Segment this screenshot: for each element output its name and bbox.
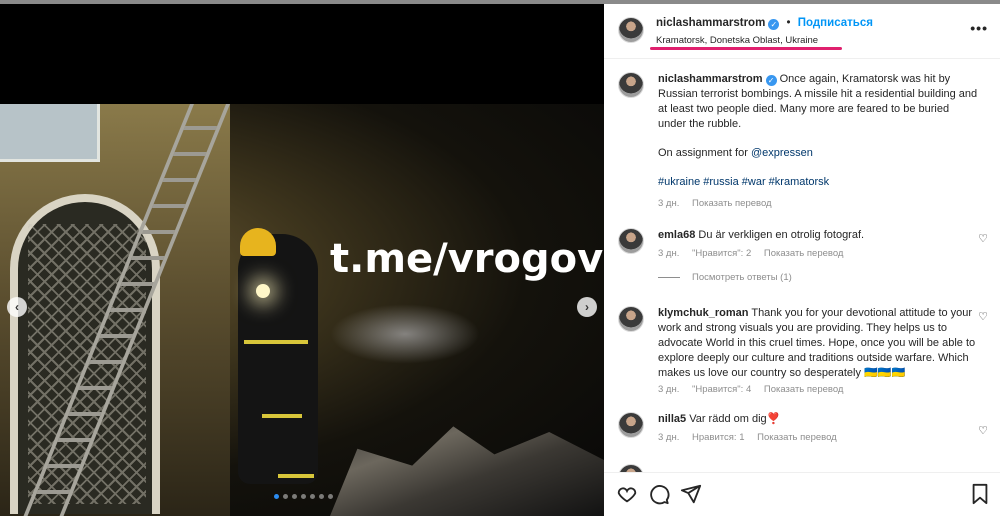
assignment-line: On assignment for @expressen bbox=[658, 146, 978, 161]
carousel-dot[interactable] bbox=[310, 494, 315, 499]
avatar[interactable] bbox=[618, 72, 644, 98]
rubble bbox=[330, 426, 604, 516]
avatar[interactable] bbox=[618, 412, 644, 438]
chevron-right-icon: › bbox=[585, 300, 589, 314]
heart-icon[interactable]: ♡ bbox=[978, 232, 988, 245]
comment-body: klymchuk_roman Thank you for your devoti… bbox=[658, 306, 978, 381]
building-sign bbox=[0, 104, 100, 162]
heart-icon[interactable] bbox=[616, 483, 638, 505]
avatar[interactable] bbox=[618, 17, 644, 43]
firefighter-helmet bbox=[240, 228, 276, 256]
comment-username[interactable]: emla68 bbox=[658, 229, 695, 241]
comment-text: Du är verkligen en otrolig fotograf. bbox=[698, 229, 865, 241]
comment-meta: 3 дн. "Нравится": 2 Показать перевод bbox=[658, 248, 853, 259]
smoke bbox=[330, 304, 480, 364]
caption-time[interactable]: 3 дн. bbox=[658, 198, 679, 209]
carousel-dot[interactable] bbox=[274, 494, 279, 499]
post-header: niclashammarstrom ✓ • Подписаться Kramato… bbox=[604, 4, 1000, 59]
post-sidebar: niclashammarstrom ✓ • Подписаться Kramato… bbox=[604, 4, 1000, 516]
comment-icon[interactable] bbox=[648, 483, 670, 505]
post-location[interactable]: Kramatorsk, Donetska Oblast, Ukraine bbox=[656, 35, 818, 46]
carousel-next-button[interactable]: › bbox=[577, 297, 597, 317]
share-icon[interactable] bbox=[680, 483, 702, 505]
comments-list: niclashammarstrom ✓ Once again, Kramators… bbox=[604, 60, 1000, 472]
header-user-line: niclashammarstrom ✓ • Подписаться bbox=[656, 17, 873, 30]
translate-link[interactable]: Показать перевод bbox=[757, 432, 837, 443]
comment-meta: 3 дн. Нравится: 1 Показать перевод bbox=[658, 432, 847, 443]
mention-link[interactable]: @expressen bbox=[751, 147, 813, 159]
comment: klymchuk_roman Thank you for your devoti… bbox=[618, 306, 988, 406]
hashtags-link[interactable]: #ukraine #russia #war #kramatorsk bbox=[658, 175, 978, 190]
comment-likes[interactable]: Нравится: 1 bbox=[692, 432, 744, 443]
flashlight-glow bbox=[256, 284, 270, 298]
caption-meta: 3 дн. Показать перевод bbox=[658, 198, 782, 209]
comment-likes[interactable]: "Нравится": 4 bbox=[692, 384, 751, 395]
caption-username[interactable]: niclashammarstrom bbox=[658, 73, 763, 85]
carousel-dots bbox=[274, 494, 333, 499]
carousel-dot[interactable] bbox=[292, 494, 297, 499]
follow-button[interactable]: Подписаться bbox=[798, 17, 873, 29]
comment-username[interactable]: klymchuk_roman bbox=[658, 307, 748, 319]
carousel-prev-button[interactable]: ‹ bbox=[7, 297, 27, 317]
carousel-dot[interactable] bbox=[328, 494, 333, 499]
carousel-dot[interactable] bbox=[301, 494, 306, 499]
bookmark-icon[interactable] bbox=[970, 483, 990, 505]
comment-meta: 3 дн. "Нравится": 4 Показать перевод bbox=[658, 384, 853, 395]
heart-icon[interactable]: ♡ bbox=[978, 424, 988, 437]
comment-time[interactable]: 3 дн. bbox=[658, 248, 679, 259]
annotation-underline bbox=[650, 47, 842, 50]
avatar[interactable] bbox=[618, 464, 644, 472]
comment-body: nilla5 Var rädd om dig❣️ bbox=[658, 412, 978, 427]
author-username[interactable]: niclashammarstrom bbox=[656, 17, 765, 29]
heart-icon[interactable]: ♡ bbox=[978, 310, 988, 323]
reflective-stripe bbox=[244, 340, 308, 344]
view-replies-button[interactable]: Посмотреть ответы (1) bbox=[658, 272, 792, 283]
translate-link[interactable]: Показать перевод bbox=[764, 384, 844, 395]
comment-time[interactable]: 3 дн. bbox=[658, 432, 679, 443]
replies-divider bbox=[658, 276, 680, 278]
comment-time[interactable]: 3 дн. bbox=[658, 384, 679, 395]
translate-link[interactable]: Показать перевод bbox=[764, 248, 844, 259]
comment: emla68 Du är verkligen en otrolig fotogr… bbox=[618, 228, 988, 290]
reflective-stripe bbox=[278, 474, 314, 478]
post-photo bbox=[0, 104, 604, 516]
post-actions bbox=[604, 472, 1000, 516]
carousel-dot[interactable] bbox=[283, 494, 288, 499]
view-replies-label: Посмотреть ответы (1) bbox=[692, 272, 792, 283]
verified-badge-icon: ✓ bbox=[765, 75, 777, 86]
caption-body: niclashammarstrom ✓ Once again, Kramators… bbox=[658, 72, 978, 190]
reflective-stripe bbox=[262, 414, 302, 418]
comment: nilla5 Var rädd om dig❣️ 3 дн. Нравится:… bbox=[618, 412, 988, 456]
verified-badge-icon: ✓ bbox=[768, 19, 780, 30]
comment-partial bbox=[618, 464, 988, 472]
firefighter bbox=[238, 234, 318, 484]
comment-body: emla68 Du är verkligen en otrolig fotogr… bbox=[658, 228, 978, 243]
watermark-text: t.me/vrogov bbox=[330, 236, 604, 282]
separator-dot: • bbox=[786, 17, 791, 29]
carousel-dot[interactable] bbox=[319, 494, 324, 499]
avatar[interactable] bbox=[618, 306, 644, 332]
comment-username[interactable]: nilla5 bbox=[658, 413, 686, 425]
post-media: t.me/vrogov ‹ › bbox=[0, 4, 604, 516]
comment-likes[interactable]: "Нравится": 2 bbox=[692, 248, 751, 259]
translate-link[interactable]: Показать перевод bbox=[692, 198, 772, 209]
comment-text: Var rädd om dig❣️ bbox=[689, 413, 781, 425]
assignment-prefix: On assignment for bbox=[658, 147, 751, 159]
chevron-left-icon: ‹ bbox=[15, 300, 19, 314]
caption: niclashammarstrom ✓ Once again, Kramators… bbox=[618, 72, 988, 212]
avatar[interactable] bbox=[618, 228, 644, 254]
more-options-icon[interactable]: ••• bbox=[970, 20, 988, 36]
